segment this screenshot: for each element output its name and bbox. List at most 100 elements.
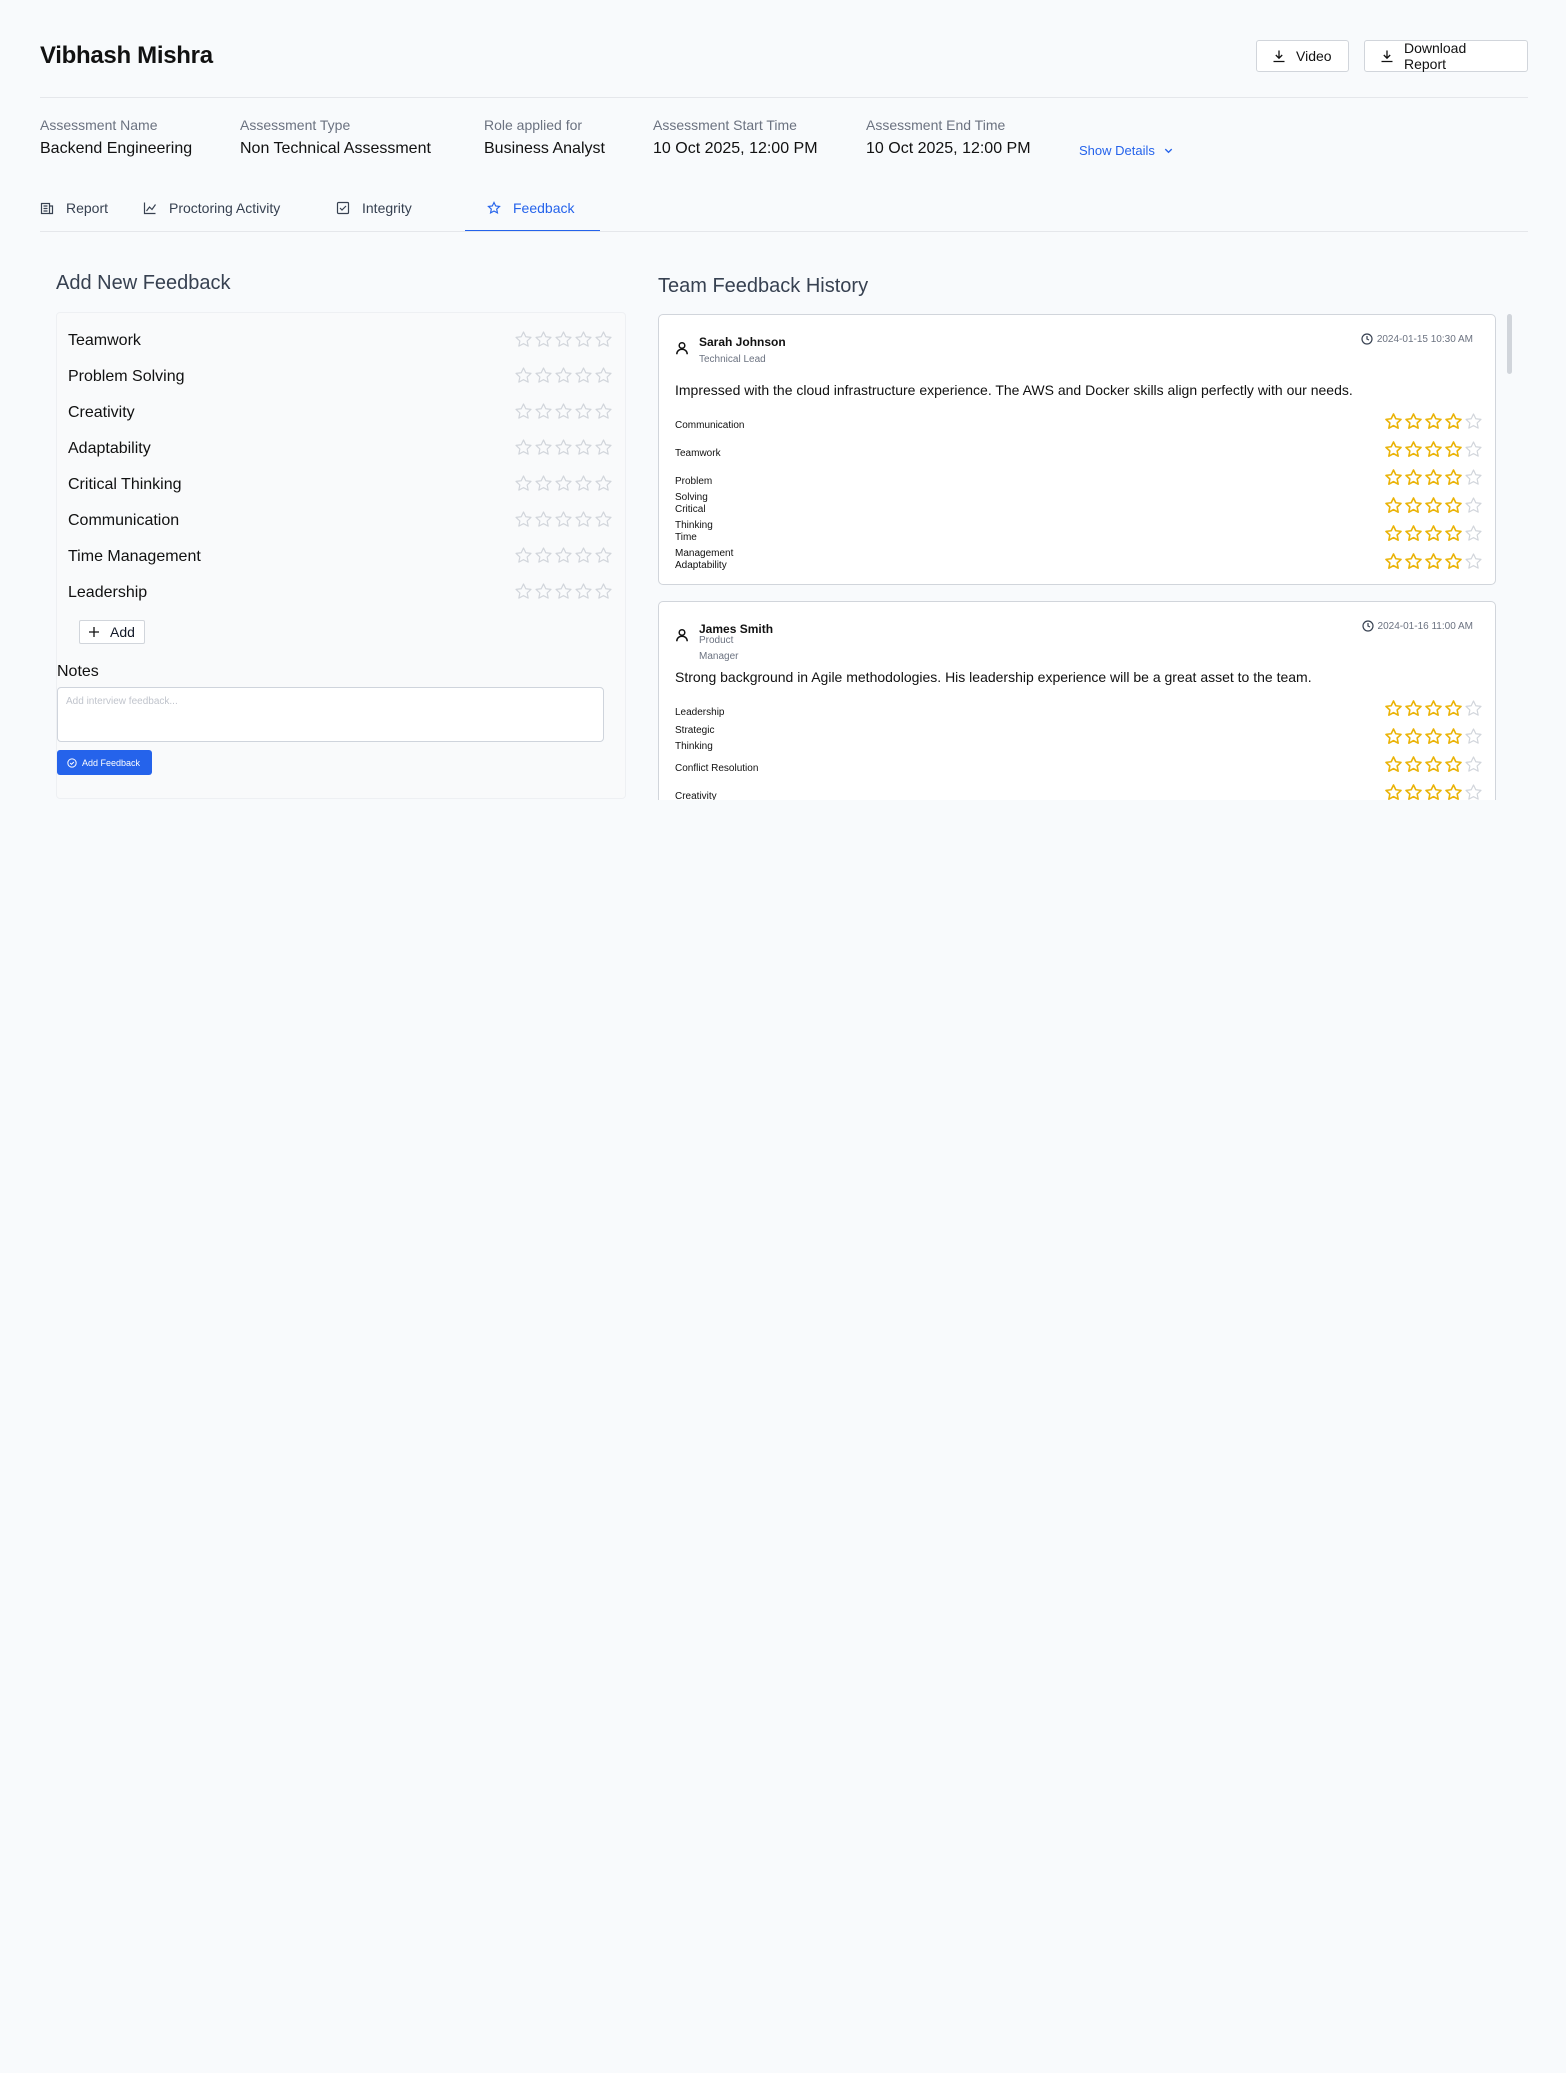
download-report-button[interactable]: Download Report <box>1364 40 1528 72</box>
criterion-row: Communication <box>68 508 613 536</box>
star-empty-icon[interactable] <box>514 510 533 529</box>
star-filled-icon <box>1425 700 1442 716</box>
add-criterion-button[interactable]: Add <box>79 620 145 644</box>
star-rating-display <box>1384 755 1483 774</box>
meta-label: Role applied for <box>484 117 583 133</box>
feedback-history-list[interactable]: Sarah Johnson Technical Lead 2024-01-15 … <box>658 314 1508 800</box>
star-empty-icon[interactable] <box>594 510 613 529</box>
star-empty-icon[interactable] <box>574 510 593 529</box>
meta-label: Assessment Type <box>240 117 351 133</box>
star-empty-icon[interactable] <box>554 474 573 493</box>
star-empty-icon[interactable] <box>514 582 533 601</box>
star-empty-icon[interactable] <box>534 366 553 385</box>
star-rating-display <box>1384 783 1483 800</box>
history-scrollbar[interactable] <box>1507 314 1512 374</box>
rating-label: Conflict Resolution <box>675 763 759 774</box>
star-rating-input[interactable] <box>514 402 613 421</box>
show-details-toggle[interactable]: Show Details <box>1079 143 1174 158</box>
star-empty-icon[interactable] <box>554 330 573 349</box>
star-filled-icon <box>1385 497 1402 513</box>
star-empty-icon[interactable] <box>514 438 533 457</box>
star-empty-icon[interactable] <box>594 330 613 349</box>
star-empty-icon[interactable] <box>574 474 593 493</box>
page-header: Vibhash Mishra Video Download Report <box>40 40 1528 74</box>
meta-value: Backend Engineering <box>40 140 193 157</box>
star-empty-icon[interactable] <box>554 510 573 529</box>
star-empty-icon[interactable] <box>574 366 593 385</box>
star-empty-icon[interactable] <box>574 330 593 349</box>
star-empty-icon[interactable] <box>574 546 593 565</box>
star-empty-icon[interactable] <box>514 402 533 421</box>
meta-assessment-type: Assessment Type Non Technical Assessment <box>240 117 431 158</box>
star-empty-icon[interactable] <box>594 474 613 493</box>
star-rating-display <box>1384 699 1483 718</box>
star-empty-icon[interactable] <box>534 546 553 565</box>
criterion-row: Creativity <box>68 400 613 428</box>
criterion-label: Problem Solving <box>68 368 185 385</box>
criterion-label: Teamwork <box>68 332 141 349</box>
star-filled-icon <box>1405 784 1422 800</box>
star-empty-icon[interactable] <box>554 438 573 457</box>
star-empty-icon[interactable] <box>594 438 613 457</box>
user-icon <box>676 628 688 642</box>
tab-integrity[interactable]: Integrity <box>336 192 456 232</box>
star-empty-icon[interactable] <box>514 474 533 493</box>
star-empty-icon[interactable] <box>574 402 593 421</box>
tab-proctoring-activity[interactable]: Proctoring Activity <box>143 192 303 232</box>
star-empty-icon[interactable] <box>594 546 613 565</box>
star-filled-icon <box>1425 756 1442 772</box>
star-rating-input[interactable] <box>514 546 613 565</box>
tab-report-label: Report <box>66 200 109 216</box>
header-divider <box>40 97 1528 98</box>
video-download-button[interactable]: Video <box>1256 40 1349 72</box>
star-empty-icon[interactable] <box>514 366 533 385</box>
plus-icon <box>89 627 99 637</box>
reviewer-role: Product Manager <box>699 635 739 662</box>
rating-row: Problem Solving <box>675 468 1483 503</box>
star-empty-icon[interactable] <box>534 330 553 349</box>
star-empty-icon[interactable] <box>534 510 553 529</box>
timestamp-text: 2024-01-16 11:00 AM <box>1377 620 1473 632</box>
criterion-row: Problem Solving <box>68 364 613 392</box>
star-filled-icon <box>1385 525 1402 541</box>
star-filled-icon <box>1425 525 1442 541</box>
star-rating-input[interactable] <box>514 474 613 493</box>
star-filled-icon <box>1425 441 1442 457</box>
star-empty-icon[interactable] <box>594 582 613 601</box>
star-empty-icon[interactable] <box>534 582 553 601</box>
star-empty-icon[interactable] <box>574 438 593 457</box>
feedback-comment: Strong background in Agile methodologies… <box>675 669 1312 685</box>
star-empty-icon[interactable] <box>554 582 573 601</box>
star-empty-icon[interactable] <box>554 366 573 385</box>
star-rating-input[interactable] <box>514 438 613 457</box>
star-empty-icon[interactable] <box>554 546 573 565</box>
star-rating-input[interactable] <box>514 582 613 601</box>
add-feedback-button[interactable]: Add Feedback <box>57 750 152 775</box>
star-empty-icon[interactable] <box>514 330 533 349</box>
star-rating-input[interactable] <box>514 510 613 529</box>
rating-row: Teamwork <box>675 440 1483 468</box>
star-empty-icon[interactable] <box>534 474 553 493</box>
criterion-row: Adaptability <box>68 436 613 464</box>
star-filled-icon <box>1385 553 1402 569</box>
notes-input[interactable] <box>57 687 604 742</box>
star-rating-display <box>1384 552 1483 571</box>
star-empty-icon[interactable] <box>534 402 553 421</box>
star-empty-icon[interactable] <box>534 438 553 457</box>
feedback-card: Sarah Johnson Technical Lead 2024-01-15 … <box>658 314 1496 585</box>
add-feedback-panel: Teamwork Problem Solving Creativity Adap… <box>56 312 626 799</box>
star-empty-icon[interactable] <box>574 582 593 601</box>
star-empty-icon[interactable] <box>554 402 573 421</box>
rating-label: Communication <box>675 420 745 431</box>
star-empty-icon[interactable] <box>514 546 533 565</box>
history-title: Team Feedback History <box>658 275 869 297</box>
star-empty-icon[interactable] <box>594 366 613 385</box>
star-empty-icon[interactable] <box>594 402 613 421</box>
tab-feedback[interactable]: Feedback <box>465 192 600 232</box>
criterion-label: Critical Thinking <box>68 476 182 493</box>
star-rating-input[interactable] <box>514 366 613 385</box>
rating-label: Teamwork <box>675 448 721 459</box>
tab-bar: Report Proctoring Activity Integrity Fee… <box>40 192 1528 232</box>
star-rating-input[interactable] <box>514 330 613 349</box>
tab-report[interactable]: Report <box>40 192 120 232</box>
